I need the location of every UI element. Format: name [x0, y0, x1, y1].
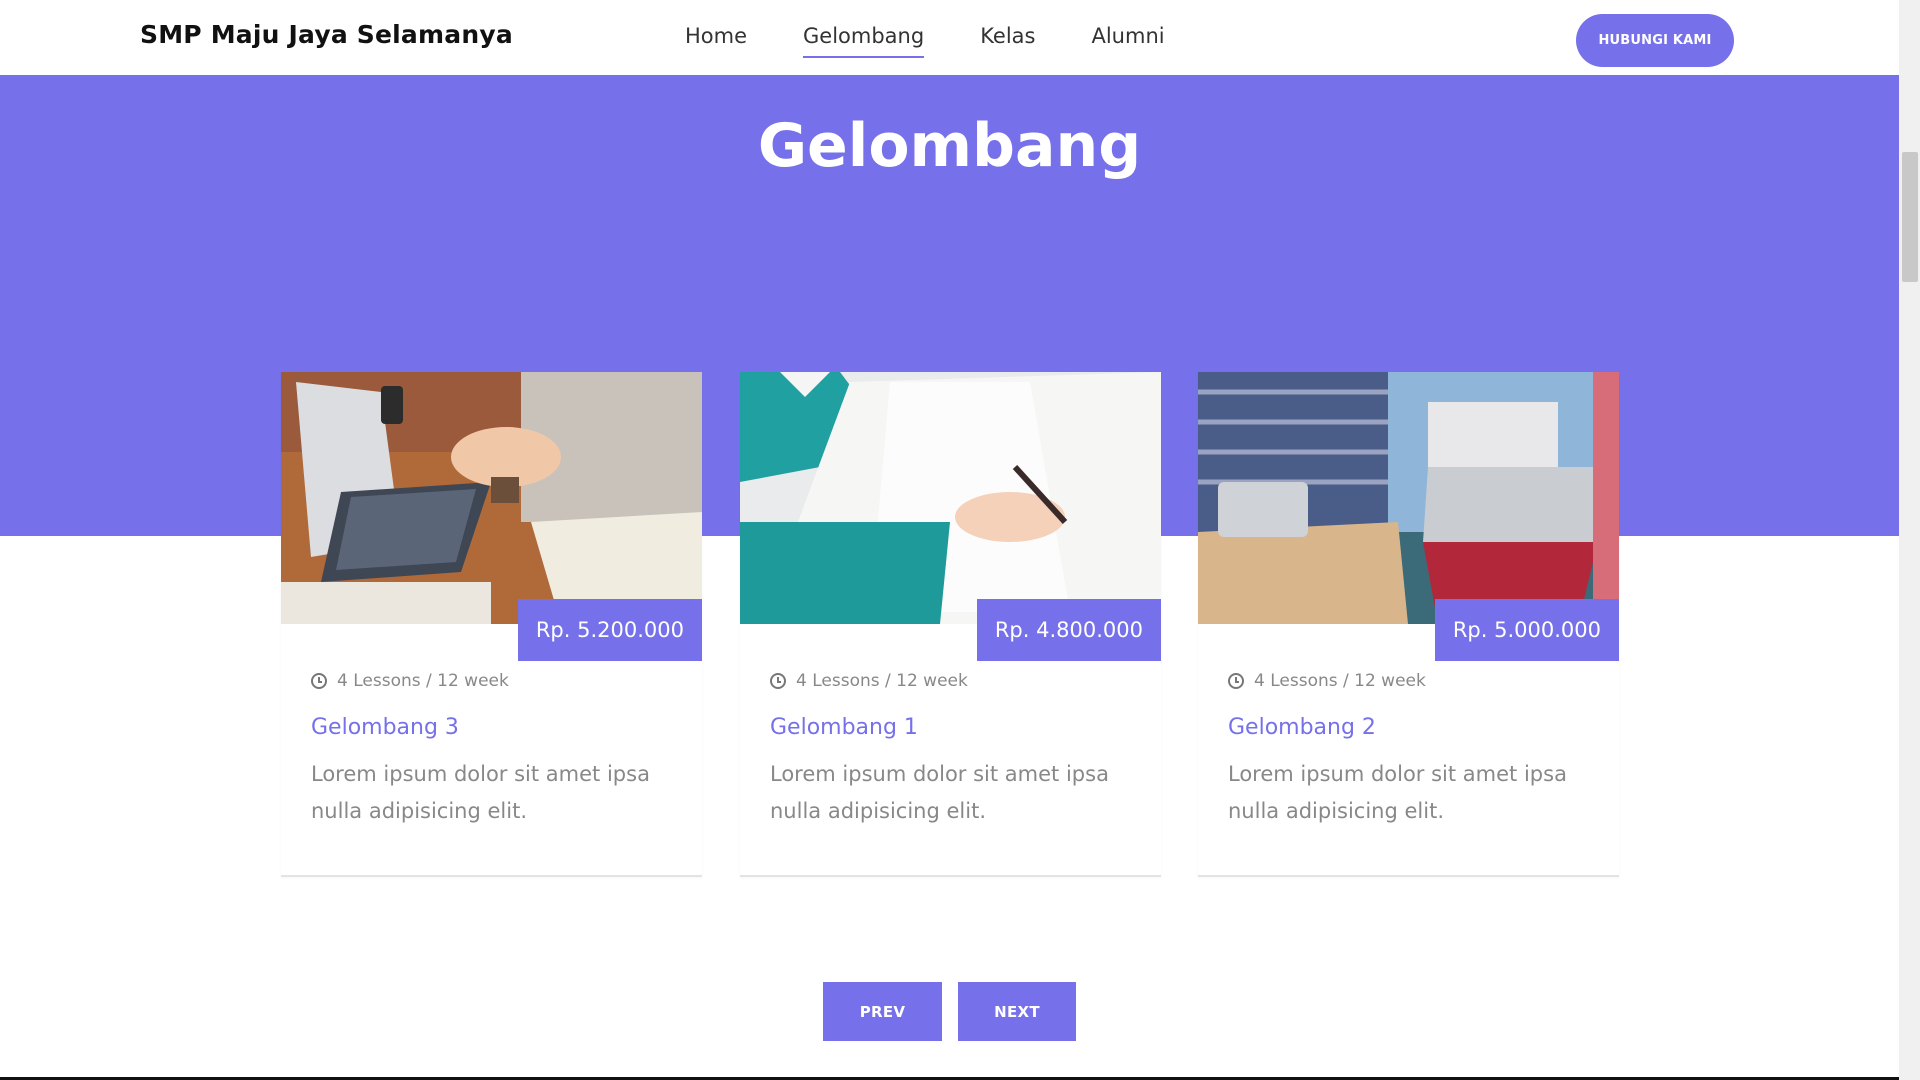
scrollbar-thumb[interactable] — [1902, 152, 1918, 282]
lesson-meta-text: 4 Lessons / 12 week — [1254, 671, 1426, 691]
lesson-meta: 4 Lessons / 12 week — [1228, 671, 1426, 691]
course-title[interactable]: Gelombang 2 — [1228, 715, 1376, 740]
nav-alumni[interactable]: Alumni — [1091, 24, 1164, 58]
course-description: Lorem ipsum dolor sit amet ipsa nulla ad… — [770, 762, 1109, 823]
contact-us-button[interactable]: HUBUNGI KAMI — [1576, 14, 1734, 67]
lesson-meta-text: 4 Lessons / 12 week — [796, 671, 968, 691]
nav-gelombang[interactable]: Gelombang — [803, 24, 925, 58]
nav-kelas[interactable]: Kelas — [980, 24, 1035, 58]
nav-home[interactable]: Home — [685, 24, 747, 58]
prev-button[interactable]: PREV — [823, 982, 942, 1041]
course-title[interactable]: Gelombang 1 — [770, 715, 918, 740]
price-badge: Rp. 5.000.000 — [1434, 599, 1619, 661]
page-scrollbar[interactable] — [1899, 0, 1920, 1080]
price-badge: Rp. 4.800.000 — [976, 599, 1161, 661]
clock-icon — [311, 673, 327, 689]
price-badge: Rp. 5.200.000 — [517, 599, 702, 661]
site-header: SMP Maju Jaya Selamanya Home Gelombang K… — [0, 0, 1899, 75]
laptop-typing-photo — [281, 372, 702, 624]
course-title[interactable]: Gelombang 3 — [311, 715, 459, 740]
course-card[interactable]: Rp. 5.000.000 4 Lessons / 12 week Gelomb… — [1198, 372, 1619, 877]
page-title: Gelombang — [757, 111, 1142, 181]
main-nav: Home Gelombang Kelas Alumni — [685, 24, 1165, 58]
writing-notebook-photo — [740, 372, 1161, 624]
course-description: Lorem ipsum dolor sit amet ipsa nulla ad… — [1228, 762, 1567, 823]
lesson-meta-text: 4 Lessons / 12 week — [337, 671, 509, 691]
course-card[interactable]: Rp. 4.800.000 4 Lessons / 12 week Gelomb… — [740, 372, 1161, 877]
clock-icon — [1228, 673, 1244, 689]
next-button[interactable]: NEXT — [958, 982, 1076, 1041]
course-card[interactable]: Rp. 5.200.000 4 Lessons / 12 week Gelomb… — [281, 372, 702, 877]
lesson-meta: 4 Lessons / 12 week — [770, 671, 968, 691]
course-description: Lorem ipsum dolor sit amet ipsa nulla ad… — [311, 762, 650, 823]
site-brand[interactable]: SMP Maju Jaya Selamanya — [140, 20, 513, 49]
lesson-meta: 4 Lessons / 12 week — [311, 671, 509, 691]
students-devices-photo — [1198, 372, 1619, 624]
clock-icon — [770, 673, 786, 689]
